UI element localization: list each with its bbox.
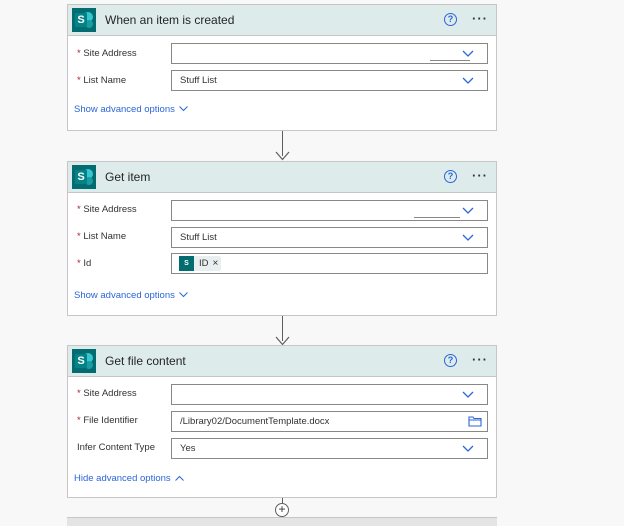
file-identifier-input[interactable]: /Library02/DocumentTemplate.docx: [171, 411, 488, 432]
more-options-icon[interactable]: ···: [472, 169, 488, 183]
file-identifier-value: /Library02/DocumentTemplate.docx: [180, 416, 330, 427]
chevron-down-icon[interactable]: [462, 442, 474, 454]
trigger-card: S When an item is created ? ··· * Site A…: [67, 4, 497, 131]
chevron-down-icon[interactable]: [462, 204, 474, 216]
list-name-label: * List Name: [77, 75, 127, 86]
sharepoint-icon: S: [72, 165, 96, 189]
list-name-label: * List Name: [77, 231, 127, 242]
add-step-button[interactable]: +: [275, 503, 289, 517]
list-name-dropdown[interactable]: Stuff List: [171, 227, 488, 248]
chevron-down-icon: [179, 292, 188, 298]
hide-advanced-options-link[interactable]: Hide advanced options: [74, 473, 184, 484]
list-name-dropdown[interactable]: Stuff List: [171, 70, 488, 91]
card-title: Get file content: [105, 354, 186, 368]
sharepoint-icon: S: [72, 349, 96, 373]
id-label: * Id: [77, 258, 92, 269]
chevron-down-icon: [179, 106, 188, 112]
card-title: When an item is created: [105, 13, 235, 27]
remove-token-icon[interactable]: ×: [213, 258, 219, 269]
more-options-icon[interactable]: ···: [472, 12, 488, 26]
list-name-value: Stuff List: [180, 232, 217, 243]
infer-content-type-dropdown[interactable]: Yes: [171, 438, 488, 459]
card-header[interactable]: S When an item is created ? ···: [68, 5, 496, 36]
card-header[interactable]: S Get file content ? ···: [68, 346, 496, 377]
down-arrow-icon: [275, 151, 290, 161]
infer-content-type-label: Infer Content Type: [77, 442, 155, 453]
show-advanced-options-link[interactable]: Show advanced options: [74, 290, 188, 301]
folder-icon[interactable]: [468, 415, 482, 427]
site-address-label: * Site Address: [77, 48, 137, 59]
chevron-down-icon[interactable]: [462, 231, 474, 243]
help-icon[interactable]: ?: [444, 354, 457, 367]
chevron-up-icon: [174, 476, 184, 482]
token-label: ID: [199, 258, 209, 269]
site-address-dropdown[interactable]: [171, 200, 488, 221]
file-identifier-label: * File Identifier: [77, 415, 138, 426]
chevron-down-icon[interactable]: [462, 47, 474, 59]
chevron-down-icon[interactable]: [462, 74, 474, 86]
list-name-value: Stuff List: [180, 75, 217, 86]
infer-content-type-value: Yes: [180, 443, 196, 454]
chevron-down-icon[interactable]: [462, 388, 474, 400]
help-icon[interactable]: ?: [444, 170, 457, 183]
dynamic-content-token[interactable]: S ID ×: [179, 256, 222, 271]
card-title: Get item: [105, 170, 151, 184]
id-input[interactable]: S ID ×: [171, 253, 488, 274]
more-options-icon[interactable]: ···: [472, 353, 488, 367]
site-address-dropdown[interactable]: [171, 384, 488, 405]
sharepoint-icon: S: [72, 8, 96, 32]
show-advanced-options-link[interactable]: Show advanced options: [74, 104, 188, 115]
help-icon[interactable]: ?: [444, 13, 457, 26]
get-item-card: S Get item ? ··· * Site Address * List N…: [67, 161, 497, 316]
site-address-dropdown[interactable]: [171, 43, 488, 64]
card-header[interactable]: S Get item ? ···: [68, 162, 496, 193]
get-file-content-card: S Get file content ? ··· * Site Address …: [67, 345, 497, 498]
sharepoint-icon: S: [179, 256, 194, 271]
site-address-label: * Site Address: [77, 388, 137, 399]
site-address-label: * Site Address: [77, 204, 137, 215]
next-card-edge: [67, 517, 497, 526]
